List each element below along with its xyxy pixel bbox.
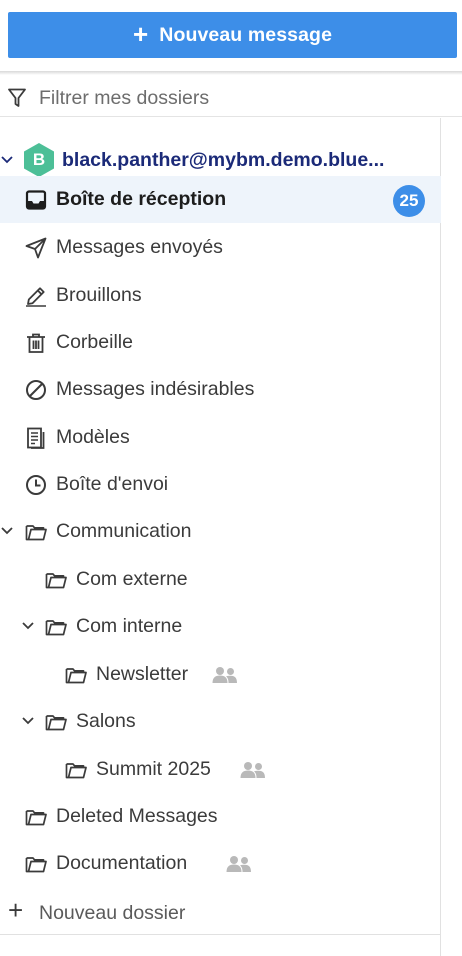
folder-drafts[interactable]: Brouillons [0, 272, 441, 319]
folder-label: Messages indésirables [56, 378, 255, 400]
folder-icon [25, 525, 47, 541]
folder-outbox[interactable]: Boîte d'envoi [0, 461, 441, 508]
folder-label: Documentation [56, 852, 188, 874]
folder-label: Com interne [76, 615, 183, 637]
footer-divider [0, 934, 441, 935]
shared-users-icon [212, 667, 237, 683]
trash-icon [27, 333, 45, 353]
folder-label: Corbeille [56, 331, 133, 353]
clock-icon [26, 475, 46, 495]
folder-summit-2025[interactable]: Summit 2025 [0, 746, 441, 793]
folder-label: Brouillons [56, 284, 142, 306]
folder-label: Deleted Messages [56, 805, 218, 827]
plus-icon: + [8, 895, 24, 925]
folder-inbox[interactable]: Boîte de réception 25 [0, 176, 441, 223]
folder-label: Summit 2025 [96, 758, 211, 780]
new-folder-button[interactable]: + Nouveau dossier [0, 890, 441, 934]
unread-count-badge: 25 [393, 185, 425, 217]
block-icon [26, 380, 46, 400]
folder-communication[interactable]: Communication [0, 508, 441, 555]
folder-icon [65, 668, 87, 684]
folder-icon [45, 715, 67, 731]
folder-label: Boîte de réception [56, 188, 227, 210]
folder-tree: B black.panther@mybm.demo.blue... Boîte … [0, 118, 441, 935]
folder-label: Com externe [76, 568, 188, 590]
new-message-button[interactable]: + Nouveau message [8, 12, 457, 58]
shared-users-icon [240, 762, 265, 778]
folder-deleted-messages[interactable]: Deleted Messages [0, 793, 441, 840]
folder-salons[interactable]: Salons [0, 698, 441, 745]
toolbar-shadow [0, 71, 462, 75]
chevron-down-icon[interactable] [21, 619, 35, 633]
inbox-icon [25, 190, 47, 210]
folder-trash[interactable]: Corbeille [0, 319, 441, 366]
pencil-icon [26, 287, 46, 307]
chevron-down-icon[interactable] [21, 714, 35, 728]
folder-com-externe[interactable]: Com externe [0, 556, 441, 603]
top-toolbar: + Nouveau message [0, 0, 462, 74]
folder-label: Messages envoyés [56, 236, 223, 258]
send-icon [25, 237, 47, 259]
folder-icon [45, 620, 67, 636]
folder-label: Salons [76, 710, 136, 732]
plus-icon: + [132, 19, 149, 49]
folder-icon [25, 810, 47, 826]
chevron-down-icon[interactable] [0, 153, 14, 167]
folder-documentation[interactable]: Documentation [0, 840, 441, 887]
folder-label: Communication [56, 520, 192, 542]
folder-com-interne[interactable]: Com interne [0, 603, 441, 650]
new-message-label: Nouveau message [159, 23, 333, 46]
account-email: black.panther@mybm.demo.blue... [62, 149, 385, 171]
folder-spam[interactable]: Messages indésirables [0, 366, 441, 413]
folder-sent[interactable]: Messages envoyés [0, 224, 441, 271]
chevron-down-icon[interactable] [0, 524, 14, 538]
account-row[interactable]: B black.panther@mybm.demo.blue... [0, 128, 441, 177]
folder-label: Newsletter [96, 663, 189, 685]
folder-icon [45, 573, 67, 589]
avatar-letter: B [32, 150, 46, 169]
filter-input[interactable]: Filtrer mes dossiers [39, 87, 209, 110]
folder-icon [65, 763, 87, 779]
shared-users-icon [226, 856, 251, 872]
filter-icon [8, 88, 26, 107]
folder-filter-row[interactable]: Filtrer mes dossiers [0, 79, 462, 117]
folder-icon [25, 857, 47, 873]
template-icon [27, 427, 45, 449]
folder-newsletter[interactable]: Newsletter [0, 651, 441, 698]
folder-label: Modèles [56, 426, 130, 448]
new-folder-label: Nouveau dossier [39, 902, 186, 924]
folder-label: Boîte d'envoi [56, 473, 169, 495]
folder-templates[interactable]: Modèles [0, 414, 441, 461]
